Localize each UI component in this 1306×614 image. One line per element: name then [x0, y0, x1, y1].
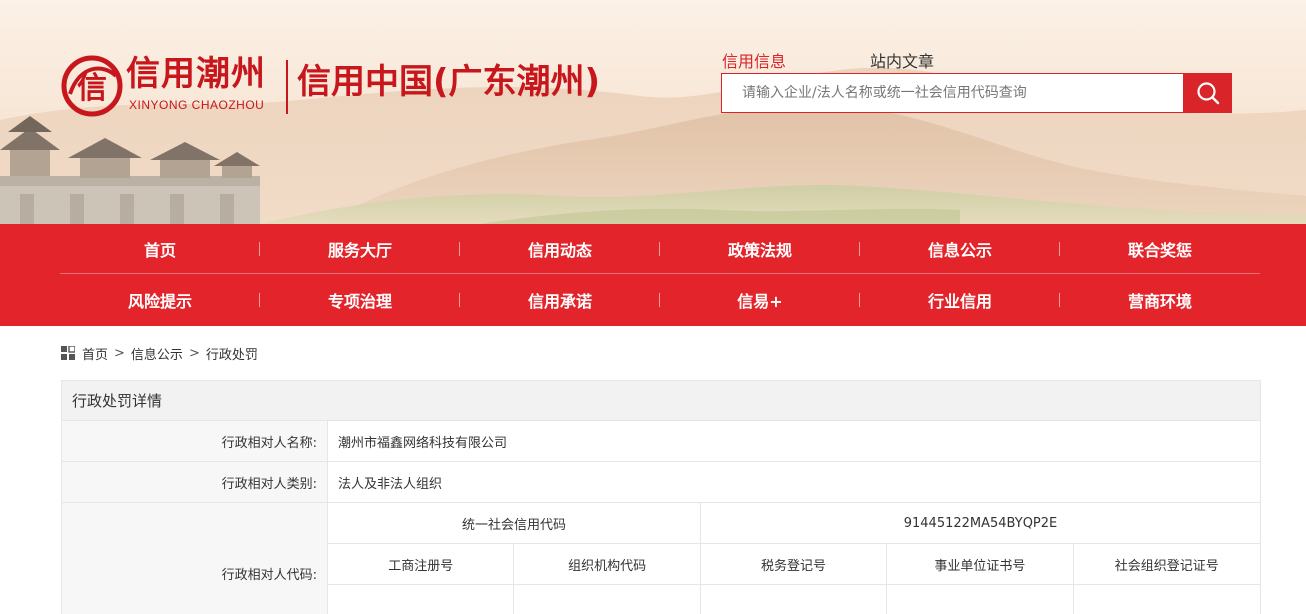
field-label: 行政相对人代码:: [62, 503, 328, 614]
nav-label: 信用承诺: [527, 292, 592, 311]
search-tab-site-articles[interactable]: 站内文章: [870, 48, 934, 72]
credit-seal-icon: 信: [61, 55, 123, 117]
nav-item-service-hall[interactable]: 服务大厅: [260, 224, 460, 274]
svg-text:信: 信: [77, 71, 107, 106]
site-title: 信用中国(广东潮州): [297, 62, 601, 102]
header-org-code: 组织机构代码: [514, 544, 701, 584]
search-box: [721, 73, 1232, 113]
panel-title: 行政处罚详情: [62, 381, 1260, 421]
uscc-row: 统一社会信用代码 91445122MA54BYQP2E: [328, 503, 1260, 544]
nav-label: 政策法规: [727, 241, 792, 260]
nav-label: 营商环境: [1127, 292, 1192, 311]
nav-label: 信息公示: [927, 241, 992, 260]
nav-item-credit-commitment[interactable]: 信用承诺: [460, 275, 660, 325]
nav-item-risk-alerts[interactable]: 风险提示: [60, 275, 260, 325]
detail-row-category: 行政相对人类别: 法人及非法人组织: [62, 462, 1260, 503]
breadcrumb: 首页 > 信息公示 > 行政处罚: [61, 344, 258, 363]
header-tax-reg-no: 税务登记号: [701, 544, 888, 584]
nav-label: 信用动态: [527, 241, 592, 260]
nav-item-business-environment[interactable]: 营商环境: [1060, 275, 1260, 325]
nav-item-info-publicity[interactable]: 信息公示: [860, 224, 1060, 274]
code-subheader-row: 工商注册号 组织机构代码 税务登记号 事业单位证书号 社会组织登记证号: [328, 544, 1260, 585]
nav-label: 首页: [143, 241, 176, 260]
field-label: 行政相对人名称:: [62, 421, 328, 461]
uscc-value: 91445122MA54BYQP2E: [903, 515, 1058, 531]
nav-item-industry-credit[interactable]: 行业信用: [860, 275, 1060, 325]
logo-divider: [286, 60, 288, 114]
code-grid: 统一社会信用代码 91445122MA54BYQP2E 工商注册号 组织机构代码…: [328, 503, 1260, 614]
nav-item-joint-rewards[interactable]: 联合奖惩: [1060, 224, 1260, 274]
detail-row-code: 行政相对人代码: 统一社会信用代码 91445122MA54BYQP2E 工商注…: [62, 503, 1260, 614]
value-institution-cert-no: [887, 585, 1074, 614]
detail-row-name: 行政相对人名称: 潮州市福鑫网络科技有限公司: [62, 421, 1260, 462]
nav-label: 专项治理: [327, 292, 392, 311]
nav-row-1: 首页 服务大厅 信用动态 政策法规 信息公示 联合奖惩: [60, 224, 1260, 274]
nav-label: 风险提示: [127, 292, 192, 311]
nav-item-special-governance[interactable]: 专项治理: [260, 275, 460, 325]
header-banner: 信 信用潮州 XINYONG CHAOZHOU 信用中国(广东潮州) 信用信息 …: [0, 0, 1306, 224]
breadcrumb-separator: >: [114, 345, 125, 361]
search-button[interactable]: [1183, 73, 1232, 113]
value-business-reg-no: [328, 585, 515, 614]
header-institution-cert-no: 事业单位证书号: [887, 544, 1074, 584]
value-tax-reg-no: [701, 585, 888, 614]
nav-label: 信易+: [737, 292, 783, 311]
value-org-code: [514, 585, 701, 614]
nav-label: 联合奖惩: [1127, 241, 1192, 260]
nav-label: 行业信用: [927, 292, 992, 311]
nav-item-credit-news[interactable]: 信用动态: [460, 224, 660, 274]
site-logo[interactable]: 信 信用潮州 XINYONG CHAOZHOU 信用中国(广东潮州): [60, 52, 640, 122]
header-social-org-reg-no: 社会组织登记证号: [1114, 558, 1219, 574]
grid-icon: [61, 346, 75, 360]
field-label: 行政相对人类别:: [62, 462, 328, 502]
logo-cn-text: 信用潮州: [126, 54, 266, 94]
header-business-reg-no: 工商注册号: [328, 544, 515, 584]
search-tab-credit-info[interactable]: 信用信息: [722, 48, 786, 72]
search-icon: [1196, 82, 1219, 105]
uscc-label: 统一社会信用代码: [328, 503, 701, 543]
breadcrumb-home[interactable]: 首页: [82, 344, 108, 363]
breadcrumb-separator: >: [188, 345, 200, 361]
search-input[interactable]: [722, 74, 1183, 112]
main-nav: 首页 服务大厅 信用动态 政策法规 信息公示 联合奖惩 风险提示 专项治理 信用…: [0, 224, 1306, 326]
nav-item-xinyi-plus[interactable]: 信易+: [660, 275, 860, 325]
penalty-detail-panel: 行政处罚详情 行政相对人名称: 潮州市福鑫网络科技有限公司 行政相对人类别: 法…: [61, 380, 1261, 614]
nav-row-2: 风险提示 专项治理 信用承诺 信易+ 行业信用 营商环境: [60, 275, 1260, 325]
code-value-row: [328, 585, 1260, 614]
breadcrumb-info-publicity[interactable]: 信息公示: [131, 344, 183, 363]
logo-en-text: XINYONG CHAOZHOU: [129, 98, 265, 112]
field-value: 法人及非法人组织: [338, 476, 443, 492]
nav-label: 服务大厅: [327, 241, 392, 260]
field-value: 潮州市福鑫网络科技有限公司: [338, 435, 508, 451]
value-social-org-reg-no: [1074, 585, 1260, 614]
nav-item-policies[interactable]: 政策法规: [660, 224, 860, 274]
nav-item-home[interactable]: 首页: [60, 224, 260, 274]
breadcrumb-current: 行政处罚: [205, 347, 258, 363]
